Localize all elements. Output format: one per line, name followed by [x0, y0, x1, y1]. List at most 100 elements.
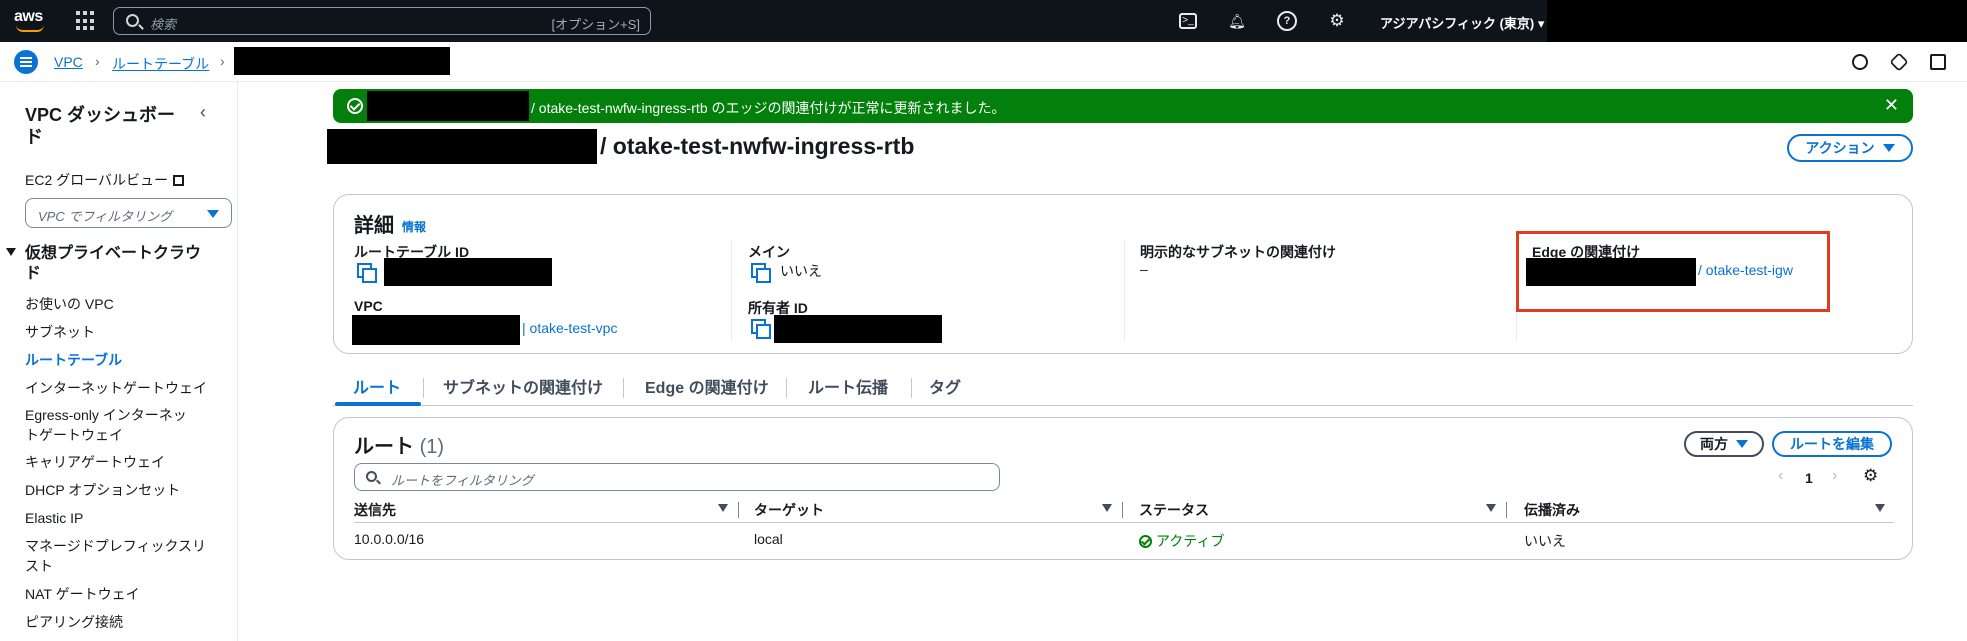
route-filter-placeholder: ルートをフィルタリング: [391, 473, 534, 488]
main-label: メイン: [748, 244, 790, 260]
sidebar: VPC ダッシュボード ‹ EC2 グローバルビュー VPC でフィルタリング …: [0, 82, 238, 641]
both-label: 両方: [1700, 436, 1728, 452]
sort-icon[interactable]: [1102, 504, 1112, 512]
breadcrumb-vpc[interactable]: VPC: [54, 54, 83, 70]
cell-destination: 10.0.0.0/16: [354, 531, 425, 547]
sidebar-item-subnets[interactable]: サブネット: [25, 322, 215, 342]
column-header-status[interactable]: ステータス: [1139, 500, 1209, 520]
routes-count: (1): [419, 436, 445, 458]
search-shortcut: [オプション+S]: [551, 17, 641, 32]
page-title: / otake-test-nwfw-ingress-rtb: [600, 133, 915, 159]
apps-grid-icon[interactable]: [76, 11, 96, 31]
tab-separator: [786, 378, 787, 398]
vpc-filter-label: VPC でフィルタリング: [38, 209, 173, 224]
success-icon: [347, 98, 363, 114]
aws-logo[interactable]: aws: [14, 8, 46, 34]
sidebar-item-nat-gateways[interactable]: NAT ゲートウェイ: [25, 584, 215, 604]
column-header-destination[interactable]: 送信先: [354, 500, 396, 520]
search-input[interactable]: 検索 [オプション+S]: [113, 7, 651, 35]
redacted-owner-id: [774, 315, 942, 343]
sidebar-item-managed-prefix-lists[interactable]: マネージドプレフィックスリスト: [25, 536, 215, 576]
copy-icon[interactable]: [357, 263, 377, 283]
column-header-target[interactable]: ターゲット: [754, 500, 824, 520]
search-icon: [366, 471, 377, 482]
routes-heading-text: ルート: [354, 436, 414, 458]
edit-routes-button[interactable]: ルートを編集: [1772, 431, 1892, 457]
column-divider: [731, 240, 732, 340]
column-separator: [1506, 502, 1507, 518]
feedback-icon[interactable]: [1889, 52, 1909, 72]
tab-routes[interactable]: ルート: [353, 374, 401, 398]
sort-icon[interactable]: [1875, 504, 1885, 512]
redacted-route-table-id-value: [384, 258, 552, 286]
breadcrumb-bar: VPC › ルートテーブル ›: [0, 42, 1967, 82]
breadcrumb-separator: ›: [220, 53, 225, 69]
vpc-link[interactable]: | otake-test-vpc: [522, 320, 617, 336]
breadcrumb-route-tables[interactable]: ルートテーブル: [112, 54, 209, 74]
highlight-box: [1516, 231, 1830, 312]
sort-icon[interactable]: [718, 504, 728, 512]
redacted-title-id: [327, 129, 597, 164]
search-placeholder: 検索: [150, 17, 177, 32]
tab-separator: [423, 378, 424, 398]
close-icon[interactable]: ✕: [1884, 95, 1899, 116]
page-number[interactable]: 1: [1805, 470, 1813, 486]
redacted-route-table-id: [367, 91, 529, 121]
sidebar-item-egress-only-igw[interactable]: Egress-only インターネットゲートウェイ: [25, 405, 195, 445]
main-value: いいえ: [780, 263, 822, 279]
status-text: アクティブ: [1156, 533, 1225, 549]
prev-page-icon[interactable]: ‹: [1778, 467, 1783, 485]
logo-text: aws: [14, 8, 43, 25]
info-icon[interactable]: [1852, 54, 1868, 70]
tab-route-propagation[interactable]: ルート伝播: [808, 374, 888, 398]
status-success-icon: [1139, 535, 1152, 548]
next-page-icon[interactable]: ›: [1832, 467, 1837, 485]
copy-icon[interactable]: [751, 319, 771, 339]
search-icon: [126, 14, 139, 27]
sidebar-item-dhcp-option-sets[interactable]: DHCP オプションセット: [25, 480, 215, 500]
ec2-global-view-label: EC2 グローバルビュー: [25, 172, 168, 188]
redacted-account-area: [1547, 0, 1967, 42]
section-expand-icon[interactable]: [6, 248, 16, 256]
sidebar-item-peering-connections[interactable]: ピアリング接続: [25, 612, 215, 632]
sort-icon[interactable]: [1486, 504, 1496, 512]
cell-status: アクティブ: [1139, 531, 1224, 551]
vpc-filter-select[interactable]: VPC でフィルタリング: [25, 198, 232, 228]
screen-icon[interactable]: [1930, 54, 1946, 70]
sidebar-item-route-tables[interactable]: ルートテーブル: [25, 350, 215, 370]
tab-bar: ルート サブネットの関連付け Edge の関連付け ルート伝播 タグ: [333, 366, 1913, 406]
info-link[interactable]: 情報: [402, 218, 426, 235]
tab-subnet-associations[interactable]: サブネットの関連付け: [443, 374, 603, 398]
sidebar-item-internet-gateways[interactable]: インターネットゲートウェイ: [25, 378, 215, 398]
cell-target: local: [754, 531, 783, 547]
routes-heading: ルート (1): [354, 430, 444, 459]
sidebar-item-elastic-ip[interactable]: Elastic IP: [25, 508, 215, 528]
tab-tags[interactable]: タグ: [929, 374, 961, 398]
sidebar-item-carrier-gateways[interactable]: キャリアゲートウェイ: [25, 452, 215, 472]
region-selector[interactable]: アジアパシフィック (東京) ▾: [1380, 13, 1544, 32]
copy-icon[interactable]: [751, 263, 771, 283]
both-filter-button[interactable]: 両方: [1684, 431, 1764, 457]
sidebar-section-vpc[interactable]: 仮想プライベートクラウド: [25, 244, 205, 284]
redacted-vpc-id: [352, 315, 520, 345]
actions-button[interactable]: アクション: [1787, 134, 1913, 162]
column-header-propagated[interactable]: 伝播済み: [1524, 500, 1580, 520]
sidebar-item-your-vpcs[interactable]: お使いの VPC: [25, 294, 215, 314]
top-navigation: aws 検索 [オプション+S] >_ 🔔︎ ? ⚙ アジアパシフィック (東京…: [0, 0, 1967, 42]
routes-panel: ルート (1) 両方 ルートを編集 ルートをフィルタリング ‹ 1 › ⚙ 送信…: [333, 417, 1913, 560]
gear-icon[interactable]: ⚙: [1327, 11, 1347, 31]
collapse-icon[interactable]: ‹: [200, 102, 206, 123]
header-divider: [354, 522, 1894, 523]
tab-edge-associations[interactable]: Edge の関連付け: [645, 374, 769, 398]
sidebar-item-ec2-global-view[interactable]: EC2 グローバルビュー: [25, 170, 184, 190]
tab-separator: [623, 378, 624, 398]
sidebar-title[interactable]: VPC ダッシュボード: [25, 104, 185, 148]
bell-icon[interactable]: 🔔︎: [1227, 11, 1247, 31]
menu-icon[interactable]: [14, 50, 38, 74]
cloudshell-icon[interactable]: >_: [1179, 13, 1197, 29]
route-filter-input[interactable]: ルートをフィルタリング: [354, 463, 1000, 491]
column-separator: [738, 502, 739, 518]
settings-icon[interactable]: ⚙: [1863, 466, 1878, 486]
help-icon[interactable]: ?: [1277, 11, 1297, 31]
external-link-icon: [172, 175, 184, 186]
